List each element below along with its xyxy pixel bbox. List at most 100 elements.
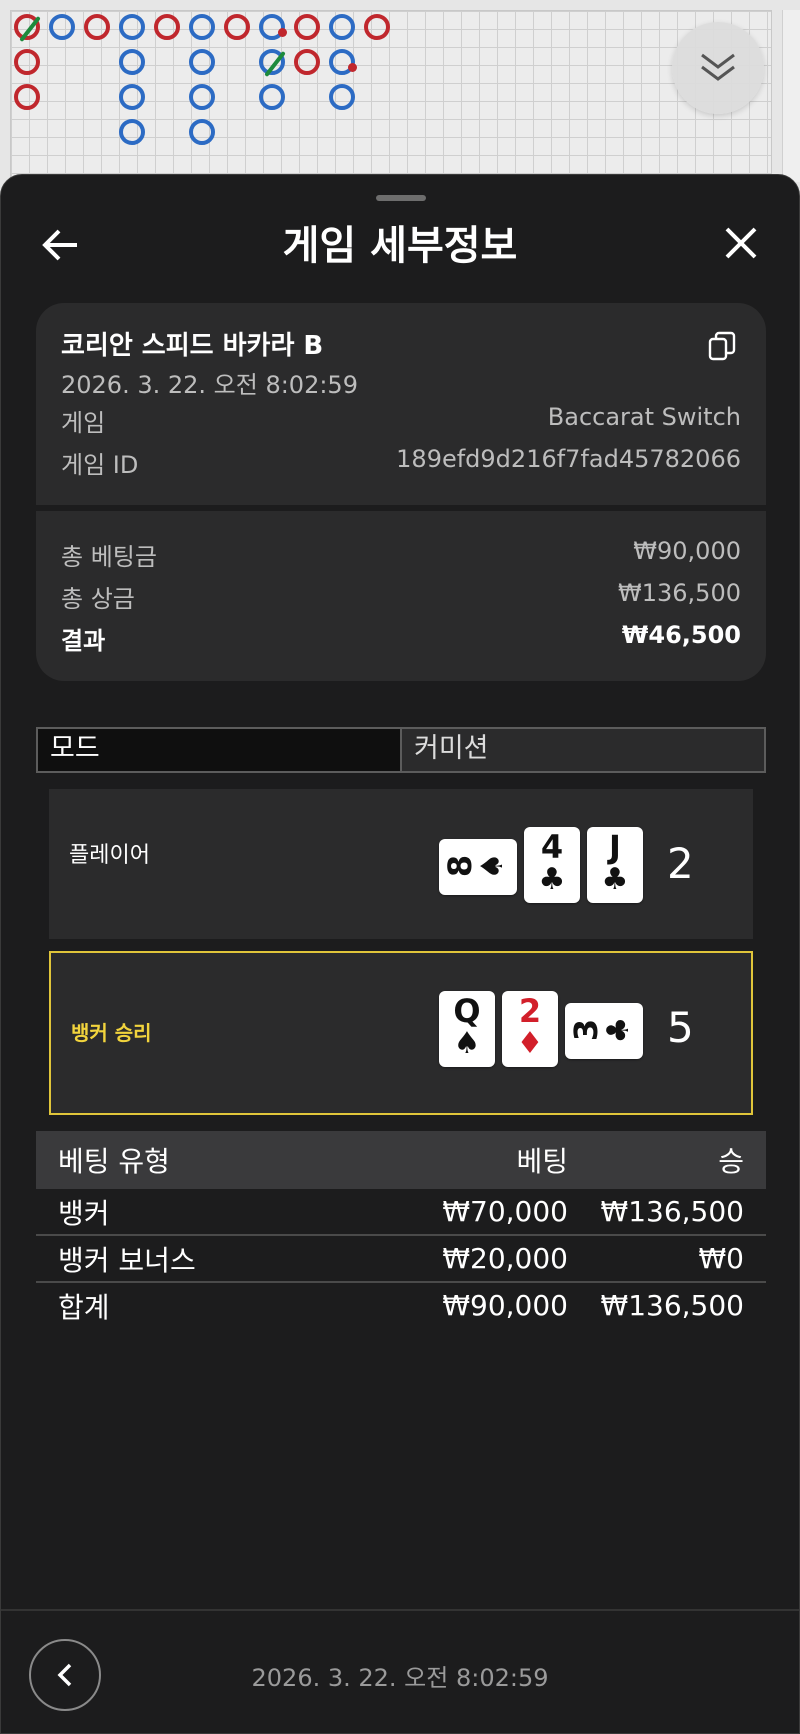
banker-pair-dot	[348, 63, 357, 72]
collapse-button[interactable]	[672, 22, 764, 114]
game-label: 게임	[61, 409, 106, 437]
win-amount: ₩0	[698, 1242, 745, 1275]
banker-bead	[154, 14, 180, 40]
card-suit: ♣	[601, 862, 629, 897]
table-row: 뱅커 ₩70,000 ₩136,500	[36, 1189, 766, 1236]
road-map	[10, 10, 772, 184]
banker-bead	[294, 14, 320, 40]
game-value: Baccarat Switch	[547, 403, 741, 431]
banker-bead	[364, 14, 390, 40]
total-bet-label: 총 베팅금	[61, 543, 157, 571]
bet-type: 뱅커 보너스	[58, 1243, 196, 1277]
card-rank: Q	[453, 992, 481, 1030]
card-rank: 3	[567, 1018, 605, 1042]
banker-bead	[294, 49, 320, 75]
double-chevron-down-icon	[701, 53, 735, 81]
card-rank: 4	[540, 828, 564, 866]
tie-marker	[264, 50, 286, 78]
card-rank: J	[609, 828, 621, 866]
playing-card: 4 ♣	[524, 827, 580, 903]
win-amount: ₩136,500	[600, 1289, 744, 1322]
footer-datetime: 2026. 3. 22. 오전 8:02:59	[251, 1664, 549, 1692]
player-bead	[189, 119, 215, 145]
mode-tabs: 모드 커미션	[36, 727, 766, 773]
banker-score: 5	[667, 1003, 694, 1052]
game-id-row: 게임 ID 189efd9d216f7fad45782066	[61, 445, 741, 480]
card-rank: 2	[518, 992, 542, 1030]
table-header: 베팅 유형 베팅 승	[36, 1131, 766, 1189]
player-bead-pair	[329, 49, 357, 75]
banker-bead-tie	[14, 14, 41, 43]
game-id-label: 게임 ID	[61, 451, 139, 479]
player-bead	[329, 14, 355, 40]
page-title: 게임 세부정보	[282, 223, 518, 269]
result-label: 결과	[61, 627, 106, 655]
game-id-value: 189efd9d216f7fad45782066	[396, 445, 741, 473]
card-divider	[36, 505, 766, 511]
total-win-value: ₩136,500	[618, 579, 741, 607]
card-suit: ♠	[453, 1026, 481, 1061]
player-bead	[189, 49, 215, 75]
bet-amount: ₩70,000	[442, 1195, 568, 1228]
bet-type: 뱅커	[58, 1196, 110, 1230]
table-row: 뱅커 보너스 ₩20,000 ₩0	[36, 1236, 766, 1283]
card-suit: ♦	[516, 1026, 544, 1061]
bet-amount: ₩20,000	[442, 1242, 568, 1275]
result-row: 결과 ₩46,500	[61, 621, 741, 656]
side-panel-edge	[782, 10, 800, 182]
banker-bead	[224, 14, 250, 40]
playing-card: 3 ♣	[565, 1003, 643, 1059]
total-win-label: 총 상금	[61, 585, 135, 613]
playing-card: 8 ♠	[439, 839, 517, 895]
tab-mode[interactable]: 모드	[38, 729, 400, 771]
player-hand: 플레이어 8 ♠ 4 ♣ J ♣ 2	[49, 789, 753, 939]
banker-pair-dot	[278, 28, 287, 37]
banker-hand: 뱅커 승리 Q ♠ 2 ♦ 3 ♣ 5	[49, 951, 753, 1115]
footer-divider	[1, 1609, 799, 1611]
close-icon[interactable]	[719, 221, 763, 265]
player-bead	[259, 84, 285, 110]
bets-table: 베팅 유형 베팅 승 뱅커 ₩70,000 ₩136,500 뱅커 보너스 ₩2…	[36, 1131, 766, 1328]
column-header: 승	[718, 1145, 744, 1178]
player-bead	[329, 84, 355, 110]
game-datetime: 2026. 3. 22. 오전 8:02:59	[61, 371, 358, 399]
card-suit: ♠	[475, 852, 510, 880]
column-header: 베팅	[516, 1145, 568, 1178]
table-total-row: 합계 ₩90,000 ₩136,500	[36, 1283, 766, 1328]
banker-bead	[14, 49, 40, 75]
banker-bead	[84, 14, 110, 40]
banker-result-label: 뱅커 승리	[71, 1021, 152, 1045]
tie-marker	[19, 15, 41, 43]
bet-type: 합계	[58, 1290, 110, 1324]
player-bead	[119, 49, 145, 75]
player-bead	[119, 84, 145, 110]
total-bet-row: 총 베팅금 ₩90,000	[61, 537, 741, 572]
player-bead	[119, 119, 145, 145]
card-suit: ♣	[601, 1016, 636, 1044]
banker-bead	[14, 84, 40, 110]
player-bead	[189, 84, 215, 110]
sheet-drag-handle[interactable]	[376, 195, 426, 201]
column-header: 베팅 유형	[58, 1145, 170, 1178]
result-value: ₩46,500	[621, 621, 741, 649]
playing-card: Q ♠	[439, 991, 495, 1067]
tab-commission[interactable]: 커미션	[400, 729, 764, 771]
win-amount: ₩136,500	[600, 1195, 744, 1228]
total-bet-value: ₩90,000	[633, 537, 741, 565]
card-rank: 8	[441, 854, 479, 878]
player-bead	[189, 14, 215, 40]
playing-card: J ♣	[587, 827, 643, 903]
card-suit: ♣	[538, 862, 566, 897]
copy-icon[interactable]	[708, 331, 736, 361]
player-bead	[49, 14, 75, 40]
player-bead-tie	[259, 49, 286, 78]
total-win-row: 총 상금 ₩136,500	[61, 579, 741, 614]
player-bead	[119, 14, 145, 40]
game-summary-card: 코리안 스피드 바카라 B 2026. 3. 22. 오전 8:02:59 게임…	[36, 303, 766, 681]
bet-amount: ₩90,000	[442, 1289, 568, 1322]
playing-card: 2 ♦	[502, 991, 558, 1067]
game-name: 코리안 스피드 바카라 B	[61, 331, 324, 361]
game-row: 게임 Baccarat Switch	[61, 403, 741, 438]
player-score: 2	[667, 839, 694, 888]
player-bead-pair	[259, 14, 287, 40]
